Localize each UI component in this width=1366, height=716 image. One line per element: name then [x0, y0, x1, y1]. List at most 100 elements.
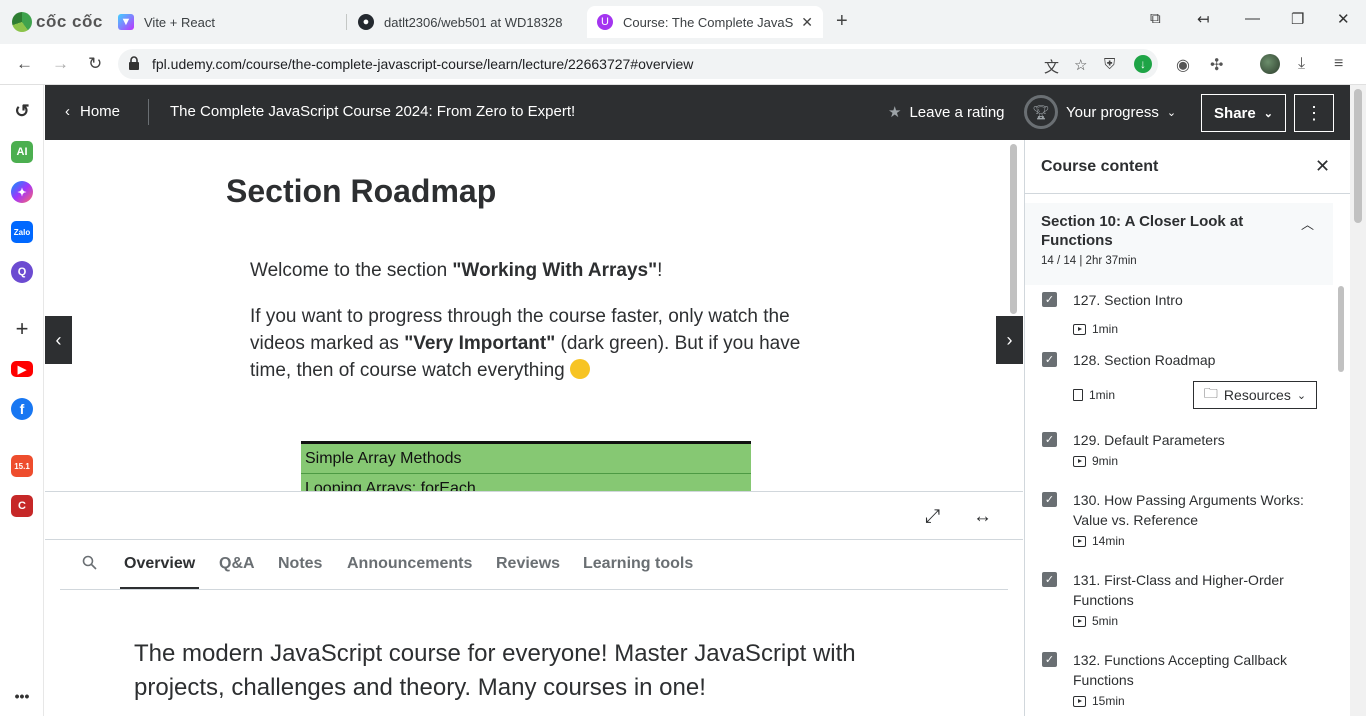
bookmark-star-icon[interactable]: ☆ [1074, 56, 1087, 74]
page-scroll-thumb[interactable] [1354, 89, 1362, 223]
profile-avatar[interactable] [1260, 54, 1280, 74]
reload-icon[interactable]: ↻ [88, 54, 102, 74]
download-badge-icon[interactable]: ↓ [1134, 55, 1152, 73]
list-item[interactable]: ✓ 132. Functions Accepting Callback Func… [1025, 646, 1333, 716]
array-methods-table-image: Simple Array Methods Looping Arrays: for… [301, 441, 751, 491]
completed-checkbox[interactable]: ✓ [1042, 292, 1057, 307]
list-item[interactable]: ✓ 131. First-Class and Higher-Order Func… [1025, 566, 1333, 646]
list-item[interactable]: ✓ 129. Default Parameters 9min [1025, 426, 1333, 486]
maximize-icon[interactable]: ❐ [1291, 10, 1304, 28]
home-label: Home [80, 103, 121, 120]
folder-icon: 🗀︎ [1203, 385, 1218, 401]
share-label: Share [1214, 104, 1256, 122]
ai-icon[interactable]: AI [11, 141, 33, 163]
tab-learning-tools[interactable]: Learning tools [583, 555, 693, 573]
search-icon[interactable] [82, 555, 97, 570]
kebab-icon: ⋮ [1305, 102, 1323, 123]
close-tab-icon[interactable]: ✕ [801, 14, 813, 31]
progress-button[interactable]: 🏆︎ Your progress ⌄ [1024, 95, 1176, 129]
panel-header: Course content ✕ [1025, 140, 1350, 194]
add-icon[interactable]: + [11, 316, 33, 341]
panel-scrollbar[interactable] [1338, 286, 1344, 372]
tab-reviews[interactable]: Reviews [496, 555, 560, 573]
close-window-icon[interactable]: ✕ [1337, 10, 1350, 28]
extensions-icon[interactable]: ✣ [1210, 55, 1223, 75]
minimize-icon[interactable]: — [1245, 10, 1260, 27]
lecture-title: 132. Functions Accepting Callback Functi… [1073, 652, 1288, 688]
completed-checkbox[interactable]: ✓ [1042, 572, 1057, 587]
lecture-duration: 5min [1073, 614, 1118, 628]
tab-overview[interactable]: Overview [124, 555, 195, 573]
forward-icon[interactable]: → [52, 54, 69, 74]
star-icon: ★ [888, 104, 902, 121]
section-meta: 14 / 14 | 2hr 37min [1041, 255, 1137, 267]
lecture-title: 129. Default Parameters [1073, 432, 1225, 448]
lecture-title: Section Roadmap [226, 173, 497, 209]
camera-icon[interactable]: ◉ [1176, 55, 1190, 75]
shopee-icon[interactable]: 15.1 [11, 455, 33, 477]
new-tab-icon[interactable]: + [836, 10, 848, 33]
tab-qa[interactable]: Q&A [219, 555, 255, 573]
url-text[interactable]: fpl.udemy.com/course/the-complete-javasc… [152, 56, 693, 72]
home-link[interactable]: ‹ Home [65, 103, 120, 120]
github-icon: ● [358, 14, 374, 30]
tab-notes[interactable]: Notes [278, 555, 322, 573]
facebook-icon[interactable]: f [11, 398, 33, 420]
game-icon[interactable]: C [11, 495, 33, 517]
downloads-icon[interactable]: ⤓ [1298, 55, 1305, 73]
more-icon[interactable]: ••• [11, 685, 33, 707]
course-content-panel: Course content ✕ Section 10: A Closer Lo… [1024, 140, 1350, 716]
more-options-button[interactable]: ⋮ [1294, 94, 1334, 132]
back-icon[interactable]: ← [16, 54, 33, 74]
previous-lecture-button[interactable]: ‹ [45, 316, 72, 364]
q-icon[interactable]: Q [11, 261, 33, 283]
resources-label: Resources [1223, 387, 1291, 403]
history-icon[interactable]: ↺ [11, 100, 33, 122]
table-row: Simple Array Methods [301, 444, 751, 474]
video-icon [1073, 455, 1086, 467]
chevron-left-icon: ‹ [65, 103, 70, 120]
browser-brand: cốc cốc [12, 10, 103, 34]
resources-button[interactable]: 🗀︎ Resources ⌄ [1193, 381, 1317, 409]
lecture-title: 130. How Passing Arguments Works: Value … [1073, 492, 1304, 528]
cast-icon[interactable]: ⧉ [1150, 10, 1161, 27]
tab-title: Course: The Complete JavaScrip [623, 14, 793, 30]
course-title[interactable]: The Complete JavaScript Course 2024: Fro… [170, 103, 575, 120]
chevron-down-icon: ⌄ [1296, 389, 1307, 402]
fullscreen-icon[interactable]: ⤢ [925, 506, 940, 528]
completed-checkbox[interactable]: ✓ [1042, 652, 1057, 667]
completed-checkbox[interactable]: ✓ [1042, 352, 1057, 367]
expand-width-icon[interactable]: ↔ [973, 506, 992, 528]
lock-icon[interactable] [128, 56, 140, 70]
tab-github[interactable]: ● datlt2306/web501 at WD18328 [348, 6, 580, 38]
back-tab-icon[interactable]: ↤ [1197, 10, 1210, 28]
tab-vite[interactable]: ▼ Vite + React [108, 6, 340, 38]
youtube-icon[interactable]: ▶ [11, 361, 33, 377]
translate-icon[interactable]: 文 [1044, 56, 1059, 77]
lecture-paragraph-1: Welcome to the section "Working With Arr… [250, 260, 663, 281]
menu-icon[interactable]: ≡ [1334, 55, 1343, 73]
active-tab-indicator [120, 587, 199, 589]
list-item[interactable]: ✓ 130. How Passing Arguments Works: Valu… [1025, 486, 1333, 566]
chevron-down-icon: ⌄ [1166, 106, 1177, 119]
zalo-icon[interactable]: Zalo [11, 221, 33, 243]
trophy-icon: 🏆︎ [1024, 95, 1058, 129]
tab-announcements[interactable]: Announcements [347, 555, 472, 573]
list-item[interactable]: ✓ 127. Section Intro 1min [1025, 286, 1333, 346]
tab-udemy[interactable]: U Course: The Complete JavaScrip ✕ [587, 6, 823, 38]
next-lecture-button[interactable]: › [996, 316, 1023, 364]
messenger-icon[interactable]: ✦ [11, 181, 33, 203]
url-bar[interactable]: fpl.udemy.com/course/the-complete-javasc… [118, 49, 1158, 79]
section-header[interactable]: Section 10: A Closer Look at Functions 1… [1025, 203, 1333, 285]
chevron-down-icon: ⌄ [1263, 107, 1273, 120]
tab-title: datlt2306/web501 at WD18328 [384, 14, 563, 30]
lecture-title: 131. First-Class and Higher-Order Functi… [1073, 572, 1284, 608]
completed-checkbox[interactable]: ✓ [1042, 492, 1057, 507]
lecture-scrollbar[interactable] [1010, 144, 1017, 314]
close-panel-icon[interactable]: ✕ [1315, 156, 1330, 177]
shield-icon[interactable]: ⛨ [1104, 56, 1115, 73]
leave-rating-button[interactable]: ★ Leave a rating [888, 103, 1005, 122]
page-scrollbar[interactable] [1350, 85, 1366, 716]
completed-checkbox[interactable]: ✓ [1042, 432, 1057, 447]
share-button[interactable]: Share ⌄ [1201, 94, 1286, 132]
